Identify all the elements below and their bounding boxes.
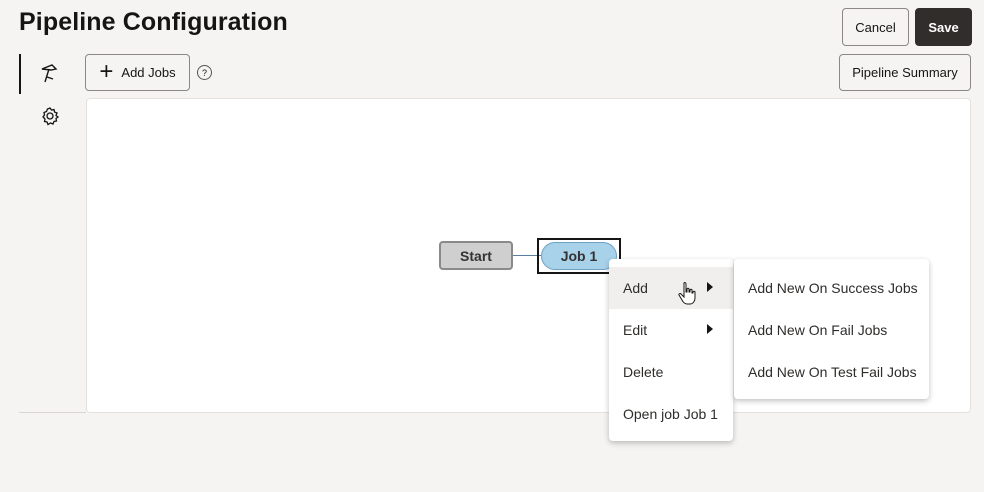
context-menu: Add Edit Delete Open job Job 1 [609, 259, 733, 441]
add-jobs-label: Add Jobs [121, 65, 176, 80]
submenu-item-test-fail[interactable]: Add New On Test Fail Jobs [734, 351, 929, 393]
menu-item-open-job[interactable]: Open job Job 1 [609, 393, 733, 435]
save-button[interactable]: Save [915, 8, 972, 46]
hand-cursor-icon [678, 282, 696, 305]
menu-item-add[interactable]: Add [609, 267, 733, 309]
hammer-icon[interactable] [38, 62, 62, 86]
job-node[interactable]: Job 1 [541, 242, 617, 270]
submenu-item-fail[interactable]: Add New On Fail Jobs [734, 309, 929, 351]
menu-item-label: Add [623, 280, 648, 296]
menu-item-label: Edit [623, 322, 648, 338]
menu-item-delete[interactable]: Delete [609, 351, 733, 393]
submenu-item-success[interactable]: Add New On Success Jobs [734, 267, 929, 309]
menu-item-edit[interactable]: Edit [609, 309, 733, 351]
page-title: Pipeline Configuration [19, 8, 288, 36]
add-submenu: Add New On Success Jobs Add New On Fail … [734, 259, 929, 399]
start-node[interactable]: Start [439, 241, 513, 270]
pipeline-summary-button[interactable]: Pipeline Summary [839, 54, 971, 91]
help-icon[interactable]: ? [197, 65, 212, 80]
cancel-button[interactable]: Cancel [842, 8, 909, 46]
add-jobs-button[interactable]: + Add Jobs [85, 54, 190, 91]
plus-icon: + [99, 57, 114, 85]
submenu-arrow-icon [707, 282, 713, 292]
submenu-arrow-icon [707, 324, 713, 334]
sidebar-active-indicator [19, 54, 21, 94]
gear-icon[interactable] [38, 104, 62, 128]
sidebar-divider [19, 412, 86, 413]
